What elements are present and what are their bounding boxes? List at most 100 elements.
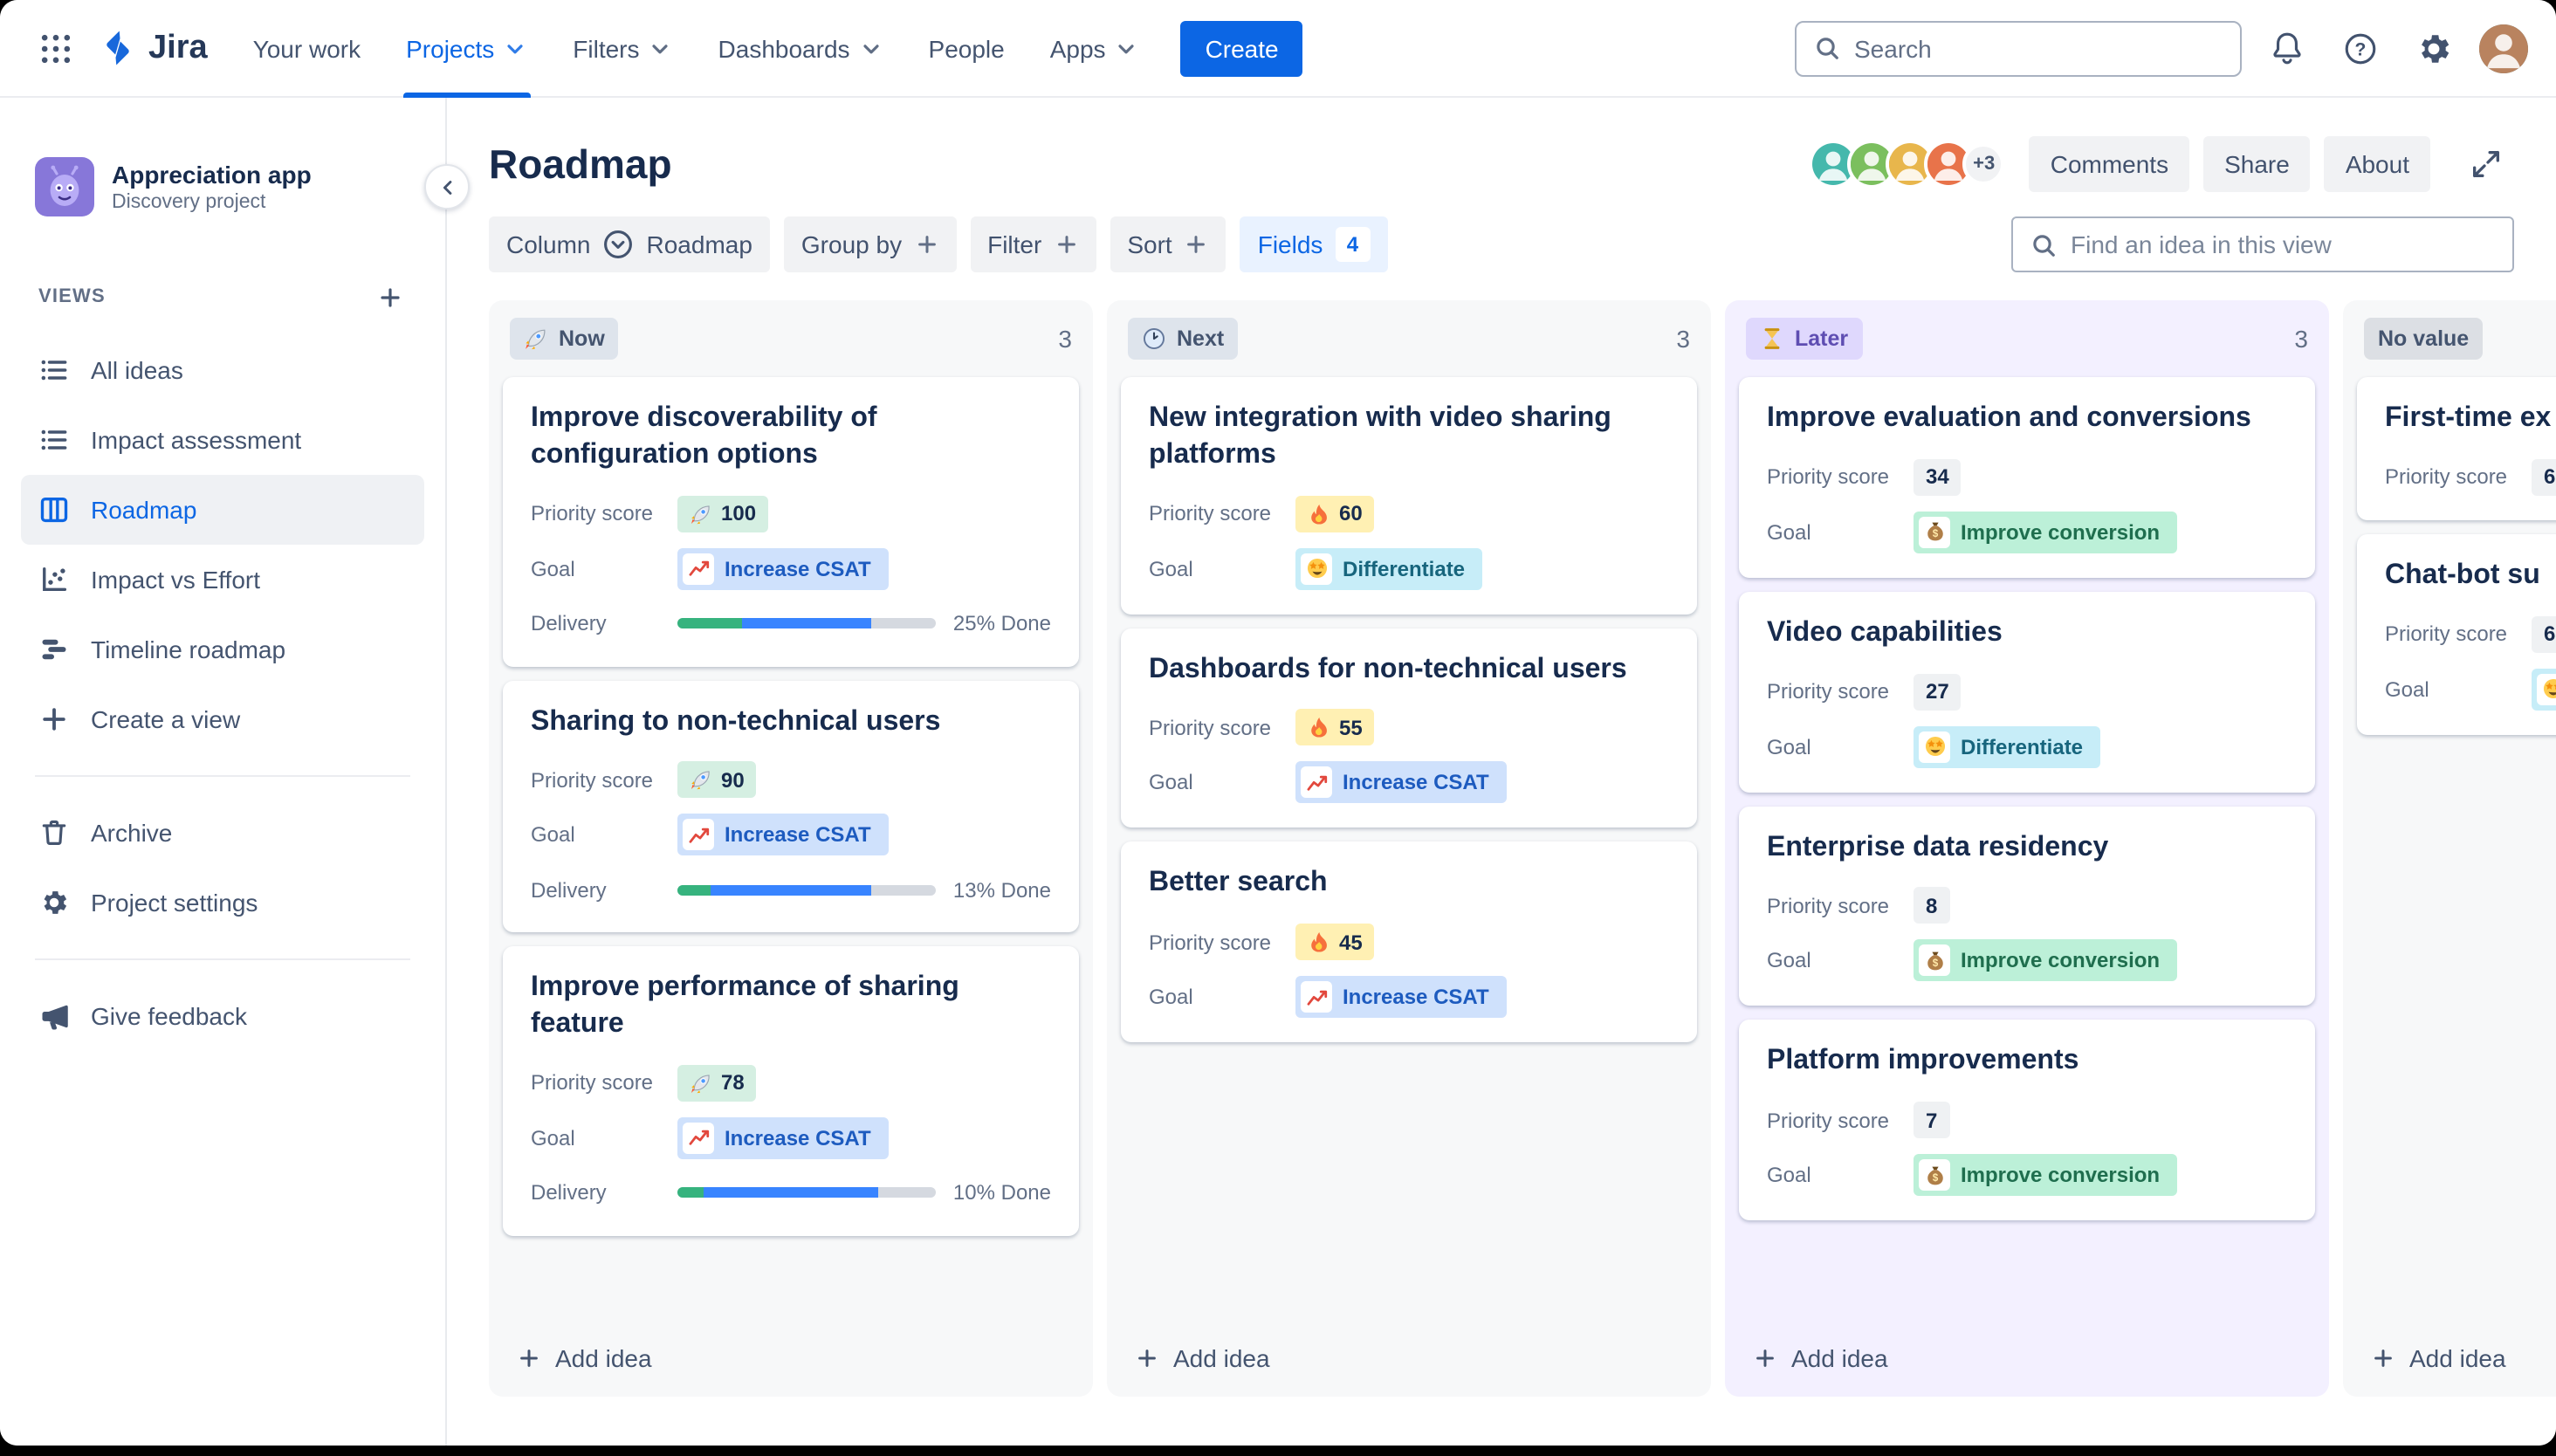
- comments-button[interactable]: Comments: [2029, 136, 2190, 192]
- nav-item-apps[interactable]: Apps: [1029, 0, 1160, 97]
- filter-button[interactable]: Filter: [970, 216, 1096, 272]
- star-struck-emoji-icon: [1305, 557, 1328, 580]
- scatter-chart-icon: [38, 564, 70, 595]
- sidebar-item-all-ideas[interactable]: All ideas: [21, 335, 424, 405]
- column-selector[interactable]: Column Roadmap: [489, 216, 770, 272]
- nav-item-your-work[interactable]: Your work: [232, 0, 382, 97]
- find-idea-search[interactable]: [2011, 216, 2514, 272]
- priority-score-chip: 100: [677, 495, 769, 532]
- priority-score-chip: 90: [677, 761, 757, 799]
- idea-card[interactable]: Enterprise data residency Priority score…: [1739, 806, 2315, 1006]
- project-header[interactable]: Appreciation app Discovery project: [21, 157, 424, 216]
- delivery-row: Delivery 25% Done: [531, 605, 1051, 642]
- nav-item-filters[interactable]: Filters: [552, 0, 693, 97]
- card-list: Improve evaluation and conversions Prior…: [1725, 370, 2329, 1221]
- idea-card[interactable]: Dashboards for non-technical users Prior…: [1121, 628, 1697, 828]
- sidebar-item-project-settings[interactable]: Project settings: [21, 868, 424, 937]
- idea-card[interactable]: Platform improvements Priority score 7 G…: [1739, 1020, 2315, 1221]
- add-idea-button[interactable]: Add idea: [1107, 1323, 1711, 1397]
- idea-card[interactable]: Improve discoverability of configuration…: [503, 377, 1079, 667]
- priority-score-chip: 45: [1295, 924, 1375, 961]
- search-icon: [2030, 231, 2057, 258]
- plus-icon: [1753, 1346, 1777, 1370]
- chevron-left-icon: [436, 175, 458, 198]
- idea-card[interactable]: Improve performance of sharing feature P…: [503, 946, 1079, 1236]
- help-button[interactable]: [2333, 20, 2388, 76]
- group-by-button[interactable]: Group by: [783, 216, 957, 272]
- nav-item-dashboards[interactable]: Dashboards: [697, 0, 904, 97]
- sidebar-item-archive[interactable]: Archive: [21, 798, 424, 868]
- board-column-later: Later 3 Improve evaluation and conversio…: [1725, 300, 2329, 1397]
- card-title: First-time ex: [2385, 403, 2552, 433]
- project-type: Discovery project: [112, 192, 266, 213]
- nav-item-people[interactable]: People: [908, 0, 1026, 97]
- idea-card[interactable]: Better search Priority score 45 Goal Inc…: [1121, 841, 1697, 1043]
- column-count: 3: [2294, 325, 2308, 353]
- plus-icon: [517, 1346, 541, 1370]
- idea-card[interactable]: New integration with video sharing platf…: [1121, 377, 1697, 615]
- share-button[interactable]: Share: [2203, 136, 2311, 192]
- status-badge-no-value[interactable]: No value: [2364, 318, 2484, 360]
- money-bag-emoji-icon: [1923, 950, 1946, 972]
- card-title: Better search: [1149, 868, 1328, 898]
- sidebar-item-impact-assessment[interactable]: Impact assessment: [21, 405, 424, 475]
- view-toolbar: Column Roadmap Group by Filter Sort Fiel…: [447, 192, 2556, 272]
- sidebar-item-impact-vs-effort[interactable]: Impact vs Effort: [21, 545, 424, 615]
- settings-button[interactable]: [2406, 20, 2462, 76]
- create-button[interactable]: Create: [1180, 20, 1303, 76]
- sidebar-item-roadmap[interactable]: Roadmap: [21, 475, 424, 545]
- fire-emoji-icon: [1308, 931, 1330, 953]
- circle-chevron-icon: [603, 229, 635, 260]
- chevron-down-icon: [1115, 36, 1139, 60]
- project-sidebar: Appreciation app Discovery project VIEWS…: [0, 98, 447, 1446]
- top-navbar: Jira Your work Projects Filters Dashboar…: [0, 0, 2556, 98]
- about-button[interactable]: About: [2324, 136, 2430, 192]
- idea-card[interactable]: Chat-bot su Priority score 6 Goal: [2357, 533, 2556, 735]
- help-icon: [2341, 29, 2380, 67]
- priority-score-chip: 6: [2532, 615, 2556, 653]
- roadmap-board: Now 3 Improve discoverability of configu…: [489, 300, 2556, 1397]
- goal-row: Goal Increase CSAT: [1149, 761, 1669, 804]
- sidebar-item-create-a-view[interactable]: Create a view: [21, 684, 424, 754]
- jira-logo[interactable]: Jira: [87, 28, 229, 68]
- idea-card[interactable]: Video capabilities Priority score 27 Goa…: [1739, 591, 2315, 793]
- status-badge-later[interactable]: Later: [1746, 318, 1863, 360]
- status-badge-now[interactable]: Now: [510, 318, 619, 360]
- priority-score-chip: 6: [2532, 458, 2556, 496]
- avatar-group[interactable]: +3: [1809, 140, 2005, 189]
- fullscreen-button[interactable]: [2458, 136, 2514, 192]
- profile-avatar[interactable]: [2479, 24, 2528, 72]
- add-idea-button[interactable]: Add idea: [489, 1323, 1093, 1397]
- idea-card[interactable]: Improve evaluation and conversions Prior…: [1739, 377, 2315, 578]
- rocket-emoji-icon: [690, 502, 712, 525]
- board-column-next: Next 3 New integration with video sharin…: [1107, 300, 1711, 1397]
- sidebar-item-timeline-roadmap[interactable]: Timeline roadmap: [21, 615, 424, 684]
- status-badge-next[interactable]: Next: [1128, 318, 1239, 360]
- app-switcher-button[interactable]: [28, 20, 84, 76]
- card-title: Dashboards for non-technical users: [1149, 654, 1627, 684]
- timeline-icon: [38, 634, 70, 665]
- notifications-button[interactable]: [2259, 20, 2315, 76]
- sidebar-item-give-feedback[interactable]: Give feedback: [21, 981, 424, 1051]
- idea-card[interactable]: First-time ex Priority score 6: [2357, 377, 2556, 520]
- add-idea-button[interactable]: Add idea: [2343, 1323, 2556, 1397]
- megaphone-icon: [38, 1000, 70, 1032]
- card-title: Video capabilities: [1767, 617, 2003, 648]
- goal-chip: Increase CSAT: [677, 547, 889, 590]
- goal-row: Goal Improve conversion: [1767, 511, 2287, 553]
- find-idea-input[interactable]: [2071, 230, 2495, 258]
- idea-card[interactable]: Sharing to non-technical users Priority …: [503, 680, 1079, 933]
- add-view-button[interactable]: [368, 276, 410, 318]
- nav-item-projects[interactable]: Projects: [385, 0, 548, 97]
- column-header: Next 3: [1107, 300, 1711, 370]
- global-search[interactable]: [1795, 20, 2242, 76]
- global-search-input[interactable]: [1854, 34, 2223, 62]
- add-idea-button[interactable]: Add idea: [1725, 1323, 2329, 1397]
- priority-row: Priority score 60: [1149, 495, 1669, 532]
- sort-button[interactable]: Sort: [1110, 216, 1226, 272]
- delivery-percent: 25% Done: [952, 611, 1051, 636]
- priority-score-chip: 60: [1295, 495, 1375, 532]
- priority-row: Priority score 8: [1767, 887, 2287, 924]
- collapse-sidebar-button[interactable]: [424, 164, 470, 209]
- fields-button[interactable]: Fields 4: [1240, 216, 1388, 272]
